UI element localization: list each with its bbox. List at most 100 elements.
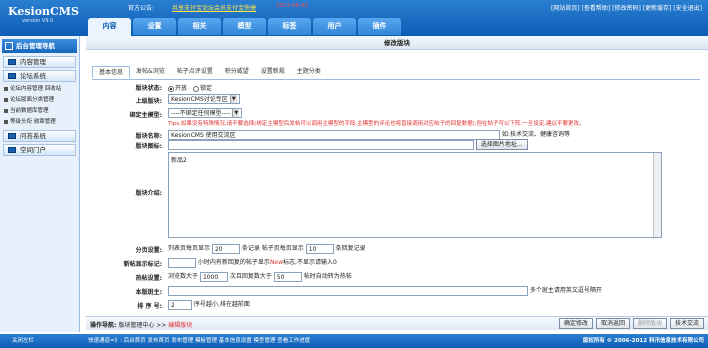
model-select[interactable]: ----不绑定任何模型---- ▼ bbox=[168, 108, 243, 118]
master-hint: 多个斑主请用英文逗号隔开 bbox=[529, 287, 602, 294]
model-tip: Tips:如果没有特殊情况,请不要选择(绑定主模型后发帖可以调用主模型的字段,主… bbox=[168, 121, 585, 127]
hot-label: 热帖设置: bbox=[135, 275, 162, 282]
model-label: 绑定主模型: bbox=[129, 112, 162, 119]
name-input[interactable]: KesionCMS 使用交流区 bbox=[168, 129, 500, 140]
master-field: 多个斑主请用英文逗号隔开 bbox=[168, 285, 602, 296]
notice-label: 官方公告: bbox=[128, 5, 155, 12]
logo: KesionCMS bbox=[8, 5, 79, 18]
order-input[interactable]: 2 bbox=[168, 299, 192, 310]
name-label: 版块名称: bbox=[135, 133, 162, 140]
main-panel: 修改版块 基本信息 发帖&浏览 帖子点评设置 积分威望 设置新规 主题分类 版块… bbox=[86, 36, 708, 332]
icon-input[interactable] bbox=[168, 139, 474, 150]
status-open-radio[interactable] bbox=[168, 85, 174, 92]
sidebar-item-label: 空间门户 bbox=[20, 146, 46, 154]
tab-related[interactable]: 相关 bbox=[178, 18, 221, 35]
tab-user[interactable]: 用户 bbox=[313, 18, 356, 35]
tab-plugin[interactable]: 插件 bbox=[358, 18, 401, 35]
edit-form: 版块状态: 开放 锁定 上级版块: KesionCMS讨论专区 ▼ 绑定主模型: … bbox=[92, 79, 700, 311]
new-label: 新帖显示标记: bbox=[123, 261, 162, 268]
sidebar: 后台管理导航 内容管理 论坛系统 论坛内容管理 回收站 论坛版面分类管理 当前数… bbox=[0, 36, 80, 332]
monitor-icon bbox=[8, 73, 16, 79]
monitor-icon bbox=[8, 133, 16, 139]
master-input[interactable] bbox=[168, 285, 528, 296]
textarea-scrollbar[interactable] bbox=[653, 153, 661, 237]
breadcrumb-current: 编辑版块 bbox=[168, 322, 193, 329]
subtab-category[interactable]: 主题分类 bbox=[291, 66, 327, 78]
sidebar-item-forum[interactable]: 论坛系统 bbox=[3, 70, 76, 82]
delete-button[interactable]: 删除版块 bbox=[632, 318, 667, 329]
parent-select[interactable]: KesionCMS讨论专区 ▼ bbox=[168, 94, 240, 104]
bullet-icon bbox=[4, 97, 8, 102]
intro-label: 版块介绍: bbox=[135, 190, 162, 197]
hot-replies-input[interactable]: 50 bbox=[273, 271, 302, 282]
sidebar-sub-item[interactable]: 当前数据库管理 bbox=[0, 106, 79, 117]
page-label: 分页设置: bbox=[135, 247, 162, 254]
top-header: KesionCMS version V9.0 官方公告: 共享支付宝论坛会员 支… bbox=[0, 0, 708, 36]
sidebar-item-label: 内容管理 bbox=[20, 58, 46, 66]
icon-field: 选择图片地址... bbox=[168, 139, 528, 150]
quick-links[interactable]: 快速通道=》: 后台首页 发布首页 发布管理 模板管理 基本信息设置 模型管理 … bbox=[88, 334, 310, 348]
notice-link-2[interactable]: 支付宝快捷 bbox=[226, 3, 256, 12]
confirm-button[interactable]: 确定修改 bbox=[558, 318, 593, 329]
bullet-icon bbox=[4, 86, 8, 91]
breadcrumb: 操作导航: 版块管理中心 >> 编辑版块 bbox=[90, 322, 193, 329]
sidebar-header: 后台管理导航 bbox=[2, 39, 77, 53]
subtab-points[interactable]: 积分威望 bbox=[219, 66, 255, 78]
copyright: 版权所有 © 2006-2012 科汛信息技术有限公司 bbox=[582, 338, 704, 344]
bullet-icon bbox=[4, 119, 8, 124]
name-field: KesionCMS 使用交流区 如:技术交流、健康咨询等 bbox=[168, 129, 570, 140]
chevron-down-icon: ▼ bbox=[229, 95, 237, 103]
new-hours-input[interactable] bbox=[168, 257, 196, 268]
master-label: 本版斑主: bbox=[135, 289, 162, 296]
close-sidebar-link[interactable]: 关闭左栏 bbox=[12, 334, 34, 348]
status-lock-radio[interactable] bbox=[192, 85, 199, 92]
hot-views-input[interactable]: 1000 bbox=[199, 271, 228, 282]
hot-field: 浏览数大于 1000 次且回复数大于 50 帖时自动转为热帖 bbox=[168, 271, 352, 282]
list-page-size-input[interactable]: 20 bbox=[211, 243, 240, 254]
breadcrumb-root[interactable]: 版块管理中心 bbox=[118, 322, 154, 329]
notice-link-1[interactable]: 共享支付宝论坛会员 bbox=[172, 3, 226, 12]
version-label: version V9.0 bbox=[22, 18, 54, 24]
sub-tabs: 基本信息 发帖&浏览 帖子点评设置 积分威望 设置新规 主题分类 bbox=[92, 66, 327, 78]
sidebar-item-label: 论坛系统 bbox=[20, 72, 46, 80]
model-field: ----不绑定任何模型---- ▼ bbox=[168, 108, 243, 118]
tab-content[interactable]: 内容 bbox=[88, 18, 131, 36]
tab-model[interactable]: 模型 bbox=[223, 18, 266, 35]
nav-icon bbox=[5, 42, 13, 50]
parent-field: KesionCMS讨论专区 ▼ bbox=[168, 94, 240, 104]
action-bar: 操作导航: 版块管理中心 >> 编辑版块 确定修改 取消返回 删除版块 技术交流 bbox=[86, 316, 708, 330]
bullet-icon bbox=[4, 108, 8, 113]
parent-label: 上级版块: bbox=[135, 98, 162, 105]
sidebar-item-label: 问答系统 bbox=[20, 132, 46, 140]
sidebar-item-space[interactable]: 空间门户 bbox=[3, 144, 76, 156]
post-page-size-input[interactable]: 10 bbox=[305, 243, 334, 254]
subtab-basic[interactable]: 基本信息 bbox=[92, 66, 131, 78]
name-hint: 如:技术交流、健康咨询等 bbox=[501, 131, 570, 138]
support-button[interactable]: 技术交流 bbox=[669, 318, 704, 329]
monitor-icon bbox=[8, 59, 16, 65]
subtab-post[interactable]: 发帖&浏览 bbox=[130, 66, 171, 78]
order-hint: 序号越小,排在越前面 bbox=[193, 301, 250, 308]
sidebar-sub-item[interactable]: 等级头衔 勋章管理 bbox=[0, 117, 79, 128]
order-field: 2 序号越小,排在越前面 bbox=[168, 299, 250, 310]
cancel-button[interactable]: 取消返回 bbox=[595, 318, 630, 329]
subtab-comment[interactable]: 帖子点评设置 bbox=[171, 66, 219, 78]
select-image-button[interactable]: 选择图片地址... bbox=[475, 139, 528, 150]
new-field: 小时内有新回复的帖子显示New标志,不显示请输入0 bbox=[168, 257, 337, 268]
order-label: 排 序 号: bbox=[137, 303, 162, 310]
sidebar-sub-item[interactable]: 论坛内容管理 回收站 bbox=[0, 84, 79, 95]
status-label: 版块状态: bbox=[135, 85, 162, 92]
status-group: 开放 锁定 bbox=[168, 83, 212, 92]
icon-label: 版块图标: bbox=[135, 143, 162, 150]
sidebar-sub-item[interactable]: 论坛版面分类管理 bbox=[0, 95, 79, 106]
subtab-rules[interactable]: 设置新规 bbox=[255, 66, 291, 78]
sidebar-item-qa[interactable]: 问答系统 bbox=[3, 130, 76, 142]
tab-settings[interactable]: 设置 bbox=[133, 18, 176, 35]
top-links[interactable]: [网站首页] [查看帮助] [修改密码] [更新缓存] [安全退出] bbox=[551, 3, 702, 12]
main-tabs: 内容 设置 相关 模型 标签 用户 插件 bbox=[88, 18, 403, 36]
intro-textarea[interactable]: 新品2 bbox=[168, 152, 662, 238]
sidebar-item-content[interactable]: 内容管理 bbox=[3, 56, 76, 68]
tab-label[interactable]: 标签 bbox=[268, 18, 311, 35]
page-field: 列表页每页显示 20 条记录 帖子页每页显示 10 条回复记录 bbox=[168, 243, 366, 254]
action-buttons: 确定修改 取消返回 删除版块 技术交流 bbox=[558, 318, 704, 329]
